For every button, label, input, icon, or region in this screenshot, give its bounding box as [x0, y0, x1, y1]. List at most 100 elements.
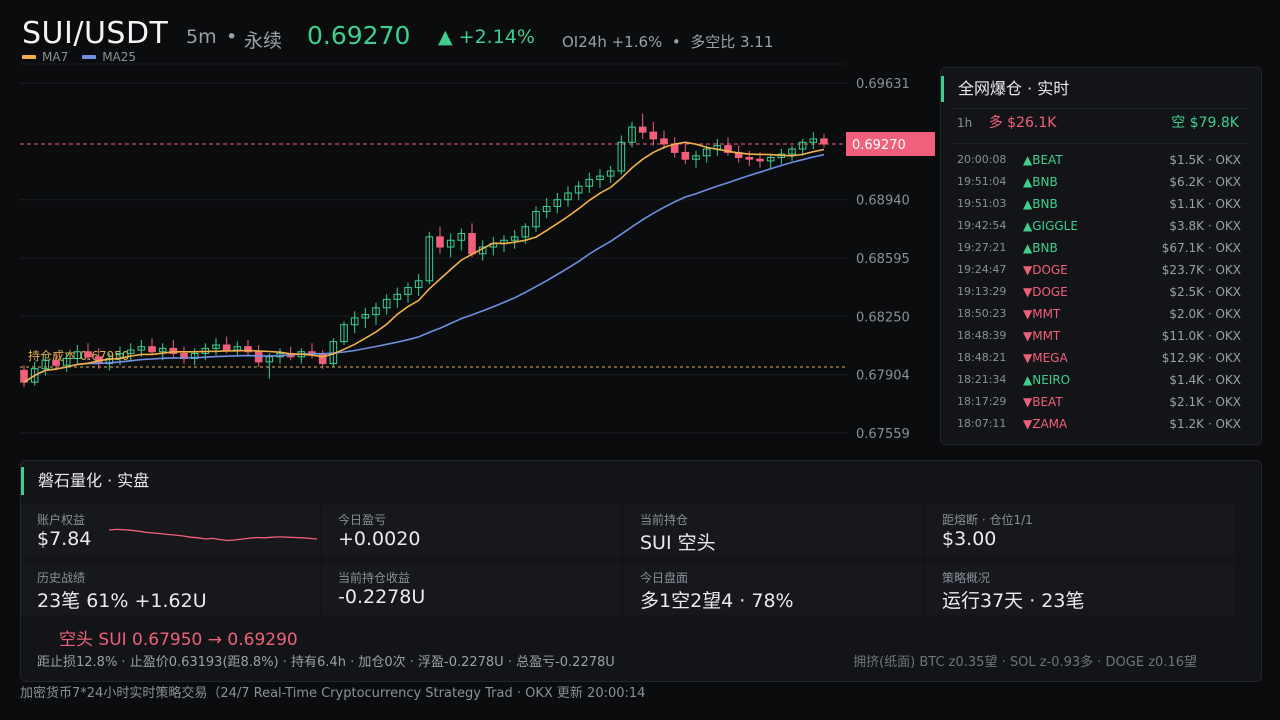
- stat-card-today-pnl: 今日盈亏 +0.0020: [322, 505, 621, 557]
- liquidation-symbol: ▼BEAT: [1023, 395, 1063, 409]
- liquidation-symbol: ▼DOGE: [1023, 285, 1068, 299]
- timeframe-label: 5m: [186, 26, 217, 48]
- stat-card-equity: 账户权益 $7.84: [21, 505, 320, 557]
- stat-label: 距熔断 · 仓位1/1: [942, 513, 1033, 527]
- stat-value: $7.84: [37, 528, 92, 550]
- last-price-tag-label: 0.69270: [852, 138, 906, 153]
- oi-change: OI24h +1.6%: [562, 33, 663, 51]
- liquidation-row: 18:50:23 ▼MMT $2.0K · OKX: [957, 303, 1241, 325]
- strategy-title: 磐石量化 · 实盘: [21, 467, 149, 495]
- liquidation-row: 19:42:54 ▲GIGGLE $3.8K · OKX: [957, 215, 1241, 237]
- candle-body: [638, 126, 647, 133]
- candle-body: [681, 151, 690, 160]
- header-separator: •: [226, 26, 238, 48]
- stat-value: SUI 空头: [640, 532, 716, 554]
- stat-value: $3.00: [942, 528, 997, 550]
- period-label: 1h: [957, 116, 973, 130]
- liquidation-amount: $1.5K · OKX: [1169, 153, 1241, 167]
- y-tick-label: 0.68940: [856, 194, 910, 209]
- price-change: ▲ +2.14%: [438, 26, 535, 48]
- liquidation-symbol: ▼MMT: [1023, 307, 1061, 321]
- liquidation-time: 18:07:11: [957, 417, 1007, 430]
- liquidation-symbol: ▲NEIRO: [1023, 373, 1071, 387]
- open-interest-stat: OI24h +1.6% • 多空比 3.11: [562, 33, 774, 51]
- candle-body: [222, 344, 231, 351]
- liquidation-amount: $11.0K · OKX: [1161, 329, 1241, 343]
- short-liquidation-total: 空 $79.8K: [1171, 115, 1239, 131]
- stat-label: 账户权益: [37, 513, 86, 527]
- stat-card-position: 当前持仓 SUI 空头: [624, 505, 923, 557]
- liquidation-time: 18:17:29: [957, 395, 1007, 408]
- liquidation-symbol: ▲BEAT: [1023, 153, 1063, 167]
- liquidation-row: 20:00:08 ▲BEAT $1.5K · OKX: [957, 149, 1241, 171]
- liquidation-amount: $2.1K · OKX: [1169, 395, 1241, 409]
- y-tick-label: 0.67904: [856, 369, 910, 384]
- stat-value: +0.0020: [338, 528, 421, 550]
- price-chart[interactable]: 0.69631 0.68940 0.68595 0.68250 0.67904 0.675…: [0, 60, 940, 450]
- divider: [953, 108, 1249, 109]
- ma25-swatch: [82, 55, 97, 59]
- liquidation-list: 20:00:08 ▲BEAT $1.5K · OKX 19:51:04 ▲BNB $6.2…: [957, 149, 1241, 435]
- y-tick-label: 0.68250: [856, 310, 910, 325]
- liquidation-row: 18:07:11 ▼ZAMA $1.2K · OKX: [957, 413, 1241, 435]
- liquidation-amount: $67.1K · OKX: [1161, 241, 1241, 255]
- stat-value: 23笔 61% +1.62U: [37, 590, 207, 612]
- stat-card-history: 历史战绩 23笔 61% +1.62U: [21, 563, 320, 615]
- long-short-ratio: 多空比 3.11: [690, 33, 774, 51]
- liquidation-symbol: ▲BNB: [1023, 197, 1058, 211]
- liquidation-time: 18:21:34: [957, 373, 1007, 386]
- stat-label: 今日盘面: [640, 571, 689, 585]
- pair-title: SUI/USDT: [22, 16, 169, 51]
- liquidation-time: 20:00:08: [957, 153, 1007, 166]
- liquidation-row: 18:17:29 ▼BEAT $2.1K · OKX: [957, 391, 1241, 413]
- stat-value: 多1空2望4 · 78%: [640, 590, 794, 612]
- liquidation-time: 19:24:47: [957, 263, 1007, 276]
- liquidation-amount: $2.0K · OKX: [1169, 307, 1241, 321]
- cost-line-label: 持仓成本 0.67950: [28, 348, 129, 363]
- stat-value: 运行37天 · 23笔: [942, 590, 1085, 612]
- divider: [953, 143, 1249, 144]
- ma25-line: [23, 153, 825, 383]
- liquidation-title: 全网爆仓 · 实时: [941, 76, 1069, 102]
- liquidation-symbol: ▲GIGGLE: [1023, 219, 1078, 233]
- y-tick-label: 0.68595: [856, 252, 910, 267]
- y-tick-label: 0.67559: [856, 427, 910, 442]
- position-detail: 距止损12.8% · 止盈价0.63193(距8.8%) · 持有6.4h · …: [37, 655, 615, 670]
- equity-sparkline: [109, 528, 318, 542]
- liquidation-symbol: ▲BNB: [1023, 175, 1058, 189]
- liquidation-symbol: ▼ZAMA: [1023, 417, 1068, 431]
- last-price: 0.69270: [307, 21, 411, 50]
- stat-card-overview: 策略概况 运行37天 · 23笔: [926, 563, 1234, 615]
- liquidation-row: 19:13:29 ▼DOGE $2.5K · OKX: [957, 281, 1241, 303]
- liquidation-time: 19:27:21: [957, 241, 1007, 254]
- liquidation-panel: 全网爆仓 · 实时 1h 多 $26.1K 空 $79.8K 20:00:08 ▲…: [940, 67, 1262, 445]
- stat-label: 今日盈亏: [338, 513, 387, 527]
- liquidation-row: 18:48:39 ▼MMT $11.0K · OKX: [957, 325, 1241, 347]
- liquidation-time: 19:13:29: [957, 285, 1007, 298]
- liquidation-time: 19:51:04: [957, 175, 1007, 188]
- liquidation-symbol: ▲BNB: [1023, 241, 1058, 255]
- long-liquidation-total: 多 $26.1K: [988, 115, 1057, 131]
- candle-body: [660, 138, 668, 145]
- stat-value: -0.2278U: [338, 586, 426, 608]
- candle-body: [52, 359, 60, 366]
- liquidation-symbol: ▼MMT: [1023, 329, 1061, 343]
- contract-type-label: 永续: [244, 30, 283, 52]
- ma7-swatch: [22, 55, 36, 59]
- crowding-indicator: 拥挤(纸面) BTC z0.35望 · SOL z-0.93多 · DOGE z…: [853, 655, 1197, 670]
- stat-label: 当前持仓收益: [338, 571, 411, 585]
- stat-card-circuit-breaker: 距熔断 · 仓位1/1 $3.00: [926, 505, 1234, 557]
- footer-status: 加密货币7*24小时实时策略交易（24/7 Real-Time Cryptocu…: [20, 686, 646, 701]
- y-tick-label: 0.69631: [856, 77, 910, 92]
- liquidation-row: 19:51:03 ▲BNB $1.1K · OKX: [957, 193, 1241, 215]
- stat-label: 当前持仓: [640, 513, 689, 527]
- candle-body: [756, 158, 764, 162]
- candle-body: [84, 351, 92, 358]
- liquidation-row: 19:51:04 ▲BNB $6.2K · OKX: [957, 171, 1241, 193]
- liquidation-symbol: ▼DOGE: [1023, 263, 1068, 277]
- stat-card-market: 今日盘面 多1空2望4 · 78%: [624, 563, 923, 615]
- liquidation-row: 18:48:21 ▼MEGA $12.9K · OKX: [957, 347, 1241, 369]
- candle-body: [468, 233, 476, 255]
- liquidation-amount: $3.8K · OKX: [1169, 219, 1241, 233]
- liquidation-time: 18:48:21: [957, 351, 1007, 364]
